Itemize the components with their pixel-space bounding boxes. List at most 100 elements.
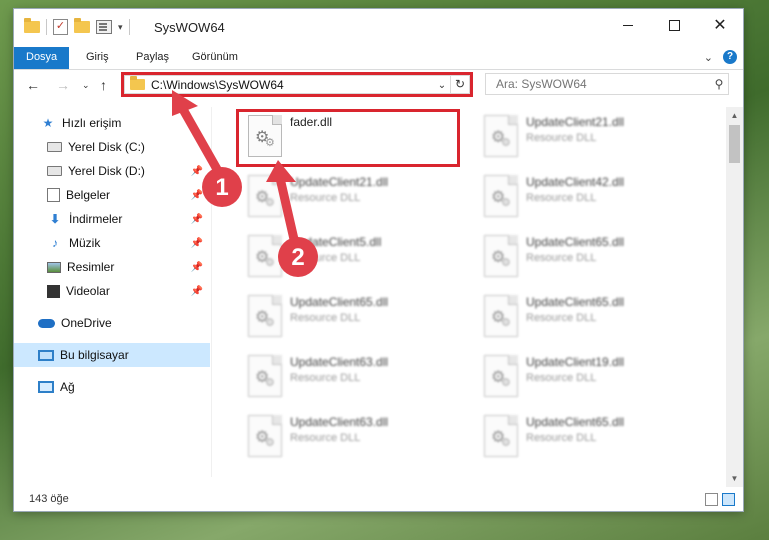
sidebar-item-music[interactable]: ♪ Müzik 📌 — [14, 231, 210, 255]
dll-file-icon: ⚙ ⚙ — [484, 175, 518, 217]
minimize-icon — [623, 24, 633, 26]
title-bar: ✓ ▾ SysWOW64 ✕ — [14, 9, 743, 47]
scrollbar-thumb[interactable] — [729, 125, 740, 163]
pin-icon[interactable]: 📌 — [190, 190, 204, 201]
file-name: UpdateClient63.dll — [290, 415, 389, 429]
tab-share[interactable]: Paylaş — [124, 47, 181, 69]
sidebar-item-downloads[interactable]: ⬇ İndirmeler 📌 — [14, 207, 210, 231]
file-type: Resource DLL — [290, 312, 361, 324]
address-bar-highlight: C:\Windows\SysWOW64 ⌄ ↻ — [121, 72, 473, 97]
new-folder-icon[interactable] — [74, 18, 90, 33]
search-box[interactable]: ⚲ — [485, 73, 729, 95]
minimize-button[interactable] — [605, 9, 651, 41]
details-view-icon[interactable] — [705, 493, 718, 506]
scroll-down-icon[interactable]: ▼ — [726, 470, 743, 487]
maximize-icon — [668, 19, 680, 31]
file-type: Resource DLL — [526, 432, 597, 444]
list-item[interactable]: ⚙ ⚙ UpdateClient65.dll Resource DLL — [474, 231, 700, 287]
cloud-icon — [38, 318, 55, 328]
sidebar-item-label: Resimler — [67, 260, 115, 274]
customize-toolbar-caret-icon[interactable]: ▾ — [118, 22, 123, 33]
status-bar: 143 öğe — [14, 489, 743, 511]
drive-icon — [47, 166, 62, 176]
file-type: Resource DLL — [526, 192, 597, 204]
file-name: UpdateClient19.dll — [526, 355, 625, 369]
tab-home[interactable]: Giriş — [74, 47, 121, 69]
pin-icon[interactable]: 📌 — [190, 286, 204, 297]
pin-icon[interactable]: 📌 — [190, 238, 204, 249]
file-name: UpdateClient65.dll — [526, 415, 625, 429]
close-button[interactable]: ✕ — [697, 9, 743, 41]
up-arrow-icon[interactable]: ↑ — [100, 77, 107, 93]
help-icon[interactable]: ? — [723, 50, 737, 64]
drive-icon — [47, 142, 62, 152]
forward-arrow-icon[interactable]: → — [56, 77, 70, 93]
download-arrow-icon: ⬇ — [49, 212, 61, 226]
expand-ribbon-chevron-icon[interactable]: ⌄ — [704, 51, 713, 64]
window-controls: ✕ — [605, 9, 743, 41]
pin-icon[interactable]: 📌 — [190, 262, 204, 273]
refresh-icon[interactable]: ↻ — [451, 75, 469, 94]
list-item[interactable]: ⚙ ⚙ UpdateClient65.dll Resource DLL — [474, 291, 700, 347]
file-name: UpdateClient42.dll — [526, 175, 625, 189]
maximize-button[interactable] — [651, 9, 697, 41]
file-type: Resource DLL — [290, 192, 361, 204]
file-type: Resource DLL — [290, 432, 361, 444]
dll-file-icon: ⚙ ⚙ — [248, 235, 282, 277]
dll-file-icon: ⚙ ⚙ — [248, 295, 282, 337]
sidebar-item-documents[interactable]: Belgeler 📌 — [14, 183, 210, 207]
file-type: Resource DLL — [526, 312, 597, 324]
list-item[interactable]: ⚙ ⚙ UpdateClient21.dll Resource DLL — [474, 111, 700, 167]
recent-locations-chevron-icon[interactable]: ⌄ — [82, 80, 90, 91]
documents-icon — [47, 188, 60, 202]
pane-divider[interactable] — [211, 107, 212, 477]
sidebar-item-label: Yerel Disk (D:) — [68, 164, 145, 178]
list-item[interactable]: ⚙ ⚙ UpdateClient5.dll Resource DLL — [238, 231, 464, 287]
pin-icon[interactable]: 📌 — [190, 166, 204, 177]
list-item[interactable]: ⚙ ⚙ UpdateClient21.dll Resource DLL — [238, 171, 464, 227]
music-note-icon: ♪ — [52, 236, 58, 250]
tab-view[interactable]: Görünüm — [180, 47, 250, 69]
sidebar-item-label: Belgeler — [66, 188, 111, 202]
sidebar-item-quick-access[interactable]: ★ Hızlı erişim — [14, 111, 210, 135]
sidebar-item-onedrive[interactable]: OneDrive — [14, 311, 210, 335]
folder-icon — [130, 76, 145, 90]
search-input[interactable] — [494, 76, 710, 92]
properties-check-icon[interactable]: ✓ — [53, 19, 68, 35]
tab-file[interactable]: Dosya — [14, 47, 70, 69]
pin-icon[interactable]: 📌 — [190, 214, 204, 225]
dll-file-icon: ⚙ ⚙ — [484, 235, 518, 277]
sidebar-item-label: Bu bilgisayar — [60, 348, 129, 362]
scroll-up-icon[interactable]: ▲ — [726, 107, 743, 124]
list-item[interactable]: ⚙ ⚙ UpdateClient42.dll Resource DLL — [474, 171, 700, 227]
sidebar-item-pictures[interactable]: Resimler 📌 — [14, 255, 210, 279]
list-item[interactable]: ⚙ ⚙ UpdateClient63.dll Resource DLL — [238, 351, 464, 407]
list-item[interactable]: ⚙ ⚙ UpdateClient63.dll Resource DLL — [238, 411, 464, 467]
list-item[interactable]: ⚙ ⚙ UpdateClient65.dll Resource DLL — [238, 291, 464, 347]
vertical-scrollbar[interactable]: ▲ ▼ — [726, 107, 743, 487]
sidebar-item-local-disk-c[interactable]: Yerel Disk (C:) — [14, 135, 210, 159]
sidebar-item-videos[interactable]: Videolar 📌 — [14, 279, 210, 303]
search-icon[interactable]: ⚲ — [710, 77, 728, 91]
sidebar-item-this-pc[interactable]: Bu bilgisayar — [14, 343, 210, 367]
dll-file-icon: ⚙ ⚙ — [484, 295, 518, 337]
properties-icon[interactable] — [96, 20, 112, 34]
sidebar-item-label: Hızlı erişim — [62, 116, 122, 130]
sidebar-item-network[interactable]: Ağ — [14, 375, 210, 399]
large-icons-view-icon[interactable] — [722, 493, 735, 506]
sidebar-item-local-disk-d[interactable]: Yerel Disk (D:) 📌 — [14, 159, 210, 183]
file-name: UpdateClient21.dll — [526, 115, 625, 129]
back-arrow-icon[interactable]: ← — [26, 77, 40, 93]
computer-icon — [38, 349, 54, 361]
explorer-window: ✓ ▾ SysWOW64 ✕ Dosya Giriş Paylaş Görünü… — [14, 9, 743, 511]
folder-icon — [24, 18, 40, 33]
address-path[interactable]: C:\Windows\SysWOW64 — [151, 78, 434, 92]
file-type: Resource DLL — [526, 132, 597, 144]
dll-file-icon: ⚙ ⚙ — [248, 355, 282, 397]
address-dropdown-chevron-icon[interactable]: ⌄ — [434, 76, 451, 93]
toolbar-divider — [128, 19, 130, 35]
address-bar[interactable]: C:\Windows\SysWOW64 ⌄ ↻ — [124, 75, 470, 94]
list-item[interactable]: ⚙ ⚙ UpdateClient19.dll Resource DLL — [474, 351, 700, 407]
list-item[interactable]: ⚙ ⚙ UpdateClient65.dll Resource DLL — [474, 411, 700, 467]
sidebar-item-label: Ağ — [60, 380, 75, 394]
